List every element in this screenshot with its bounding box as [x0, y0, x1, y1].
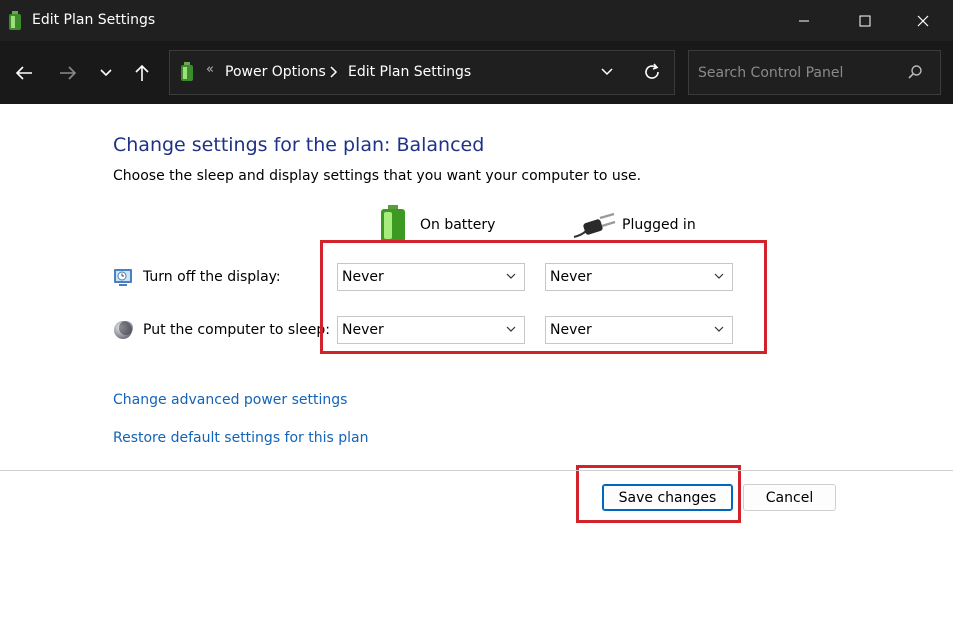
forward-button[interactable]	[53, 58, 83, 88]
recent-locations-button[interactable]	[91, 58, 121, 88]
battery-icon	[381, 205, 405, 242]
minimize-icon	[798, 20, 809, 21]
power-options-icon	[9, 11, 21, 30]
chevron-right-icon[interactable]	[330, 66, 338, 78]
back-button[interactable]	[9, 58, 39, 88]
change-advanced-power-settings-link[interactable]: Change advanced power settings	[113, 392, 347, 408]
search-input[interactable]	[689, 51, 899, 94]
close-icon	[917, 15, 928, 26]
plugged-in-label: Plugged in	[622, 217, 696, 233]
page-description: Choose the sleep and display settings th…	[113, 168, 642, 184]
restore-default-settings-link[interactable]: Restore default settings for this plan	[113, 430, 369, 446]
window-title: Edit Plan Settings	[32, 12, 156, 28]
arrow-left-icon	[15, 66, 32, 80]
address-bar[interactable]: « Power Options Edit Plan Settings	[169, 50, 675, 95]
maximize-icon	[859, 15, 870, 26]
navigation-bar: « Power Options Edit Plan Settings	[0, 41, 953, 104]
power-options-icon	[181, 62, 193, 81]
chevron-down-icon	[100, 69, 112, 77]
put-computer-to-sleep-label: Put the computer to sleep:	[143, 322, 330, 338]
sleep-moon-icon	[114, 321, 133, 339]
cancel-button[interactable]: Cancel	[743, 484, 836, 511]
turn-off-display-label: Turn off the display:	[143, 269, 281, 285]
double-chevron-left-icon: «	[206, 62, 214, 77]
display-icon	[114, 269, 132, 286]
title-bar: Edit Plan Settings	[0, 0, 953, 41]
breadcrumb-edit-plan-settings[interactable]: Edit Plan Settings	[348, 64, 471, 80]
search-box	[688, 50, 941, 95]
breadcrumb-power-options[interactable]: Power Options	[225, 64, 326, 80]
save-changes-button[interactable]: Save changes	[602, 484, 733, 511]
maximize-button[interactable]	[841, 0, 888, 41]
arrow-right-icon	[60, 66, 77, 80]
chevron-down-icon[interactable]	[600, 65, 614, 79]
search-icon[interactable]	[907, 64, 923, 80]
settings-highlight-box	[320, 240, 767, 354]
arrow-up-icon	[135, 64, 149, 81]
power-plug-icon	[573, 212, 616, 238]
refresh-icon[interactable]	[642, 62, 662, 82]
up-button[interactable]	[127, 58, 157, 88]
minimize-button[interactable]	[780, 0, 827, 41]
on-battery-label: On battery	[420, 217, 496, 233]
page-title: Change settings for the plan: Balanced	[113, 134, 485, 156]
close-button[interactable]	[899, 0, 946, 41]
footer-divider	[0, 470, 953, 471]
